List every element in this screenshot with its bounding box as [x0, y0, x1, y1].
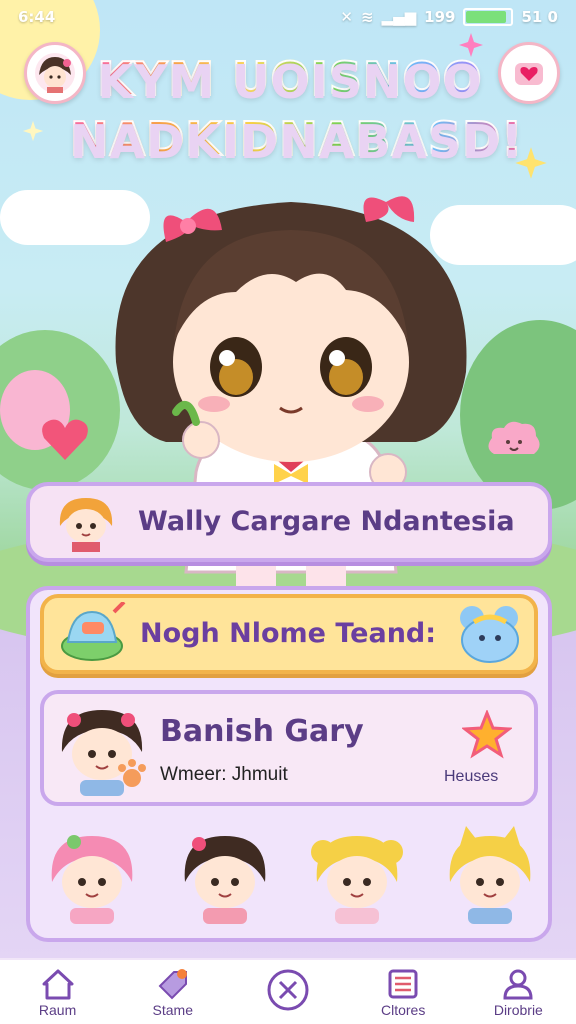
- paw-icon: [118, 759, 146, 787]
- bottom-tab-bar: Raum Stame Cltores Dirobrie: [0, 958, 576, 1024]
- cloud-friend-icon: [488, 421, 540, 454]
- feature-card[interactable]: Nogh Nlome Teand:: [40, 594, 538, 674]
- tab-dirobrie[interactable]: Dirobrie: [470, 960, 566, 1018]
- status-battery-text: 51 0: [521, 8, 558, 26]
- badge-label: Heuses: [444, 768, 499, 785]
- feature-label: Nogh Nlome Teand:: [140, 618, 437, 649]
- tab-label: Stame: [152, 1002, 194, 1018]
- profile-card[interactable]: Banish Gary Wmeer: Jhmuit Heuses: [40, 690, 538, 806]
- brunette-friend-icon[interactable]: [177, 822, 273, 926]
- food-bowl-icon: [61, 602, 126, 661]
- tab-stame[interactable]: Stame: [125, 960, 221, 1018]
- title-line-2: NADKIDNABASD!: [69, 111, 524, 167]
- banner-label: Wally Cargare Ndantesia: [138, 506, 515, 537]
- announcement-banner[interactable]: Wally Cargare Ndantesia: [26, 482, 552, 562]
- tab-close[interactable]: [240, 960, 336, 1014]
- tab-label: Dirobrie: [493, 1002, 543, 1018]
- heart-box-icon: [515, 63, 543, 85]
- tab-label: Cltores: [380, 1002, 426, 1018]
- tab-label: Raum: [38, 1002, 77, 1018]
- tab-raum[interactable]: Raum: [10, 960, 106, 1018]
- blonde-character-icon: [59, 498, 113, 552]
- heart-icon: [42, 419, 88, 460]
- character-row: [44, 822, 538, 926]
- pink-character-icon[interactable]: [44, 822, 140, 926]
- profile-icon: [503, 969, 533, 1000]
- home-icon: [42, 969, 74, 1000]
- tab-cltores[interactable]: Cltores: [355, 960, 451, 1018]
- status-time: 6:44: [18, 8, 56, 26]
- profile-name: Banish Gary: [160, 714, 364, 749]
- wifi-icon: ≋: [360, 8, 374, 26]
- mute-icon: ✕: [340, 8, 353, 26]
- status-right-text: 199: [424, 8, 456, 26]
- tag-icon: [158, 969, 187, 1000]
- main-panel: Nogh Nlome Teand: Banish Gary Wmeer: Jhm…: [26, 586, 552, 942]
- title-line-1: KYM UOISNOO: [96, 51, 483, 107]
- app-screen: 6:44 ✕ ≋ ▂▄▆ 199 51 0 KYM UOISNOO NADKID…: [0, 0, 576, 1024]
- status-bar: 6:44 ✕ ≋ ▂▄▆ 199 51 0: [0, 0, 576, 34]
- signal-icon: ▂▄▆: [381, 8, 417, 26]
- cat-ear-character-icon[interactable]: [442, 822, 538, 926]
- blonde-friend-icon[interactable]: [309, 822, 405, 926]
- star-badge-icon[interactable]: [462, 710, 512, 760]
- blue-mascot-icon: [460, 606, 519, 663]
- list-icon: [388, 969, 418, 999]
- status-icons: ✕ ≋ ▂▄▆ 199 51 0: [340, 8, 558, 26]
- star-sparkle-icon: [22, 120, 44, 142]
- profile-subtitle: Wmeer: Jhmuit: [160, 764, 288, 785]
- close-icon: [267, 969, 309, 1011]
- battery-icon: [463, 8, 514, 26]
